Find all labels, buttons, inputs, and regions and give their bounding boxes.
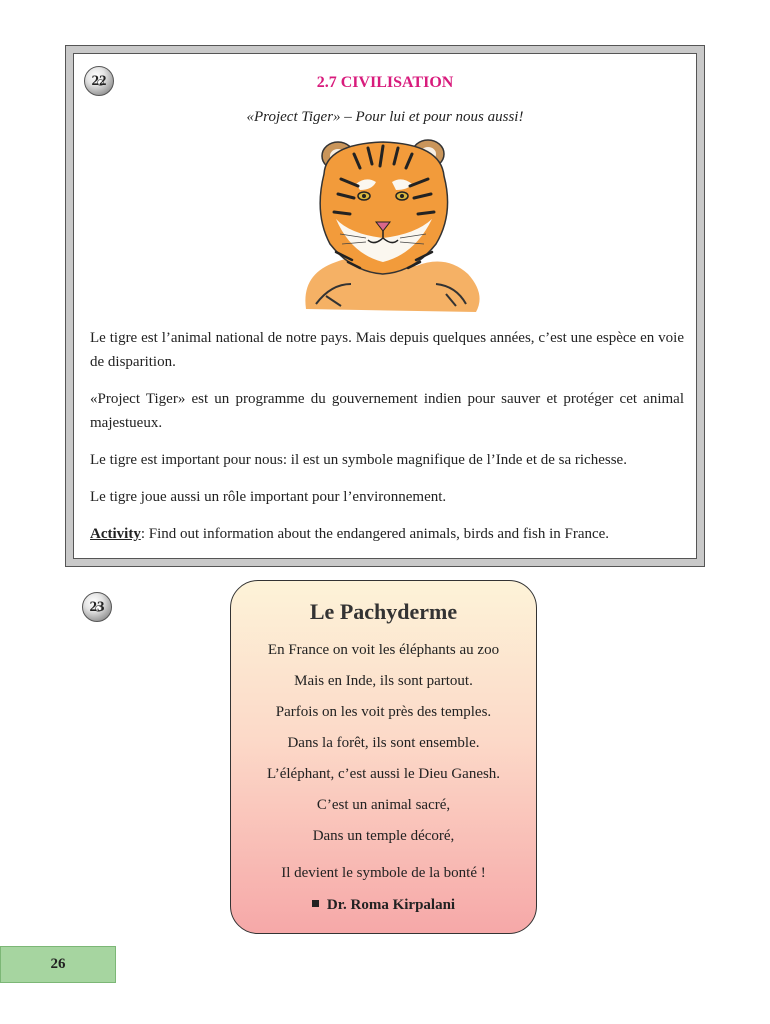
poem-line: C’est un animal sacré, [316,797,451,813]
cd-track-icon: 23 [82,592,112,622]
poem-author: Dr. Roma Kirpalani [231,897,536,914]
track-number: 23 [89,598,105,615]
bullet-square-icon [311,900,319,907]
author-name: Dr. Roma Kirpalani [326,897,456,913]
poem-title: Le Pachyderme [309,599,458,624]
poem-line: Dans la forêt, ils sont ensemble. [287,735,480,751]
activity-text: : Find out information about the endange… [140,526,610,542]
poem-lines: En France on voit les éléphants au zoo M… [231,635,536,889]
activity-label: Activity [90,526,141,542]
page-number: 26 [50,956,66,972]
activity-paragraph: Activity: Find out information about the… [90,522,684,546]
tiger-illustration-icon [305,139,480,312]
poem-line: Il devient le symbole de la bonté ! [281,865,486,881]
section-title: 2.7 CIVILISATION [316,74,454,91]
paragraph: Le tigre est important pour nous: il est… [90,452,627,468]
poem-box: Le Pachyderme En France on voit les élép… [230,580,537,934]
civilisation-frame: 22 2.7 CIVILISATION «Project Tiger» – Po… [65,45,705,567]
section-subtitle: «Project Tiger» – Pour lui et pour nous … [246,109,524,125]
paragraph: Le tigre joue aussi un rôle important po… [90,489,447,505]
poem-line: En France on voit les éléphants au zoo [267,642,500,658]
page-number-tab: 26 [0,946,116,983]
poem-line: Dans un temple décoré, [312,828,455,844]
track-number: 22 [91,72,107,89]
paragraph: «Project Tiger» est un programme du gouv… [90,391,684,431]
poem-line: Mais en Inde, ils sont partout. [294,673,473,689]
body-text: Le tigre est l’animal national de notre … [90,326,684,559]
paragraph: Le tigre est l’animal national de notre … [90,330,684,370]
poem-line: L’éléphant, c’est aussi le Dieu Ganesh. [266,766,501,782]
civilisation-panel: 22 2.7 CIVILISATION «Project Tiger» – Po… [73,53,697,559]
poem-line: Parfois on les voit près des temples. [275,704,492,720]
